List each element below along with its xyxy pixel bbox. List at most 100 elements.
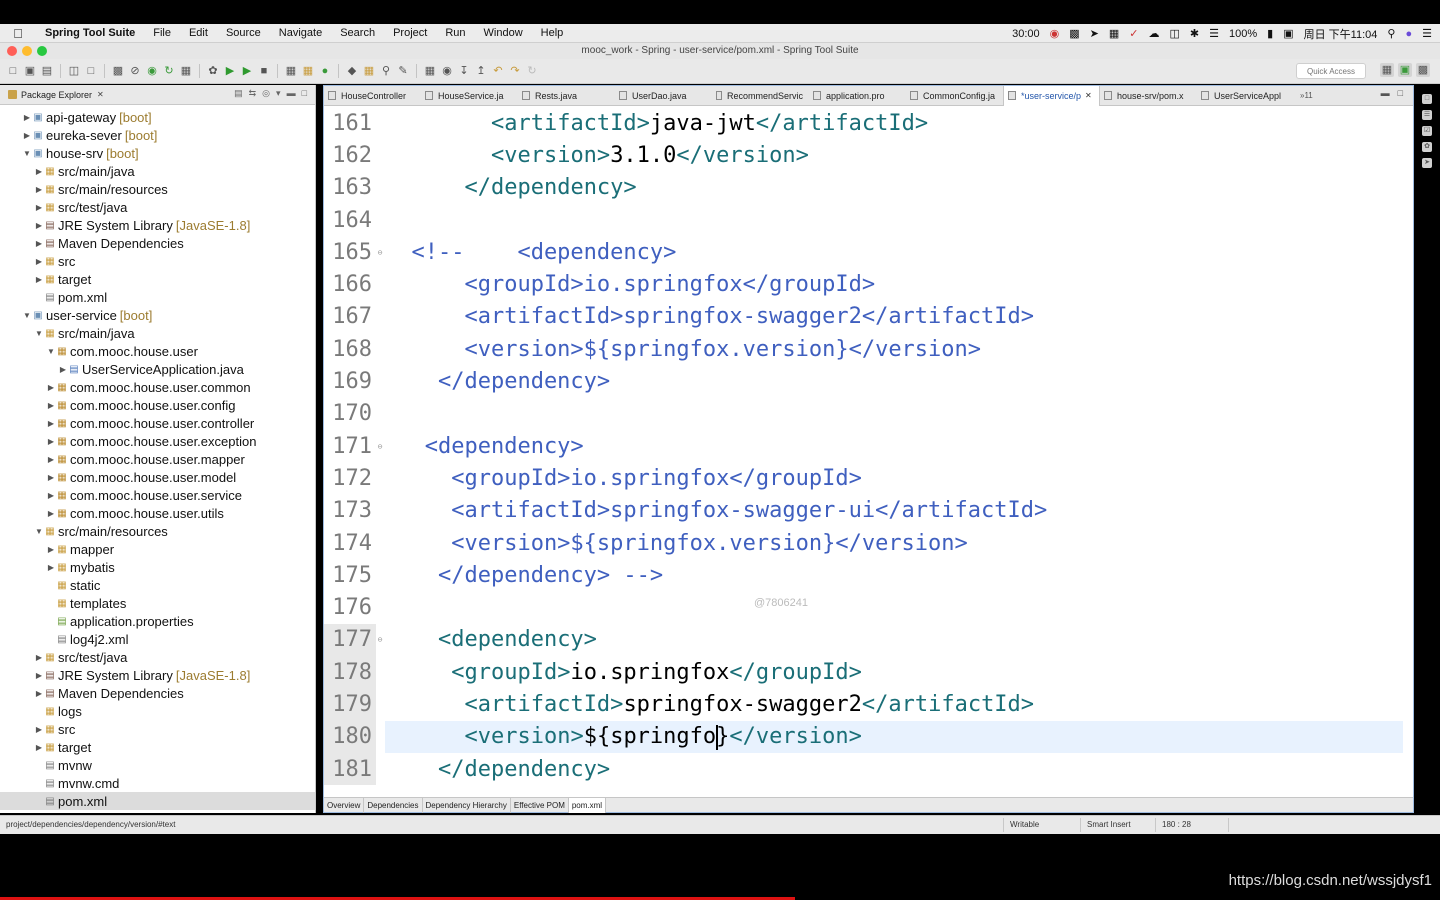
code-line[interactable]: 175 </dependency> --> [324, 559, 1413, 591]
tree-item[interactable]: ▶ ▤ Maven Dependencies [0, 684, 315, 702]
menu-source[interactable]: Source [217, 27, 270, 39]
code-line[interactable]: 162 <version>3.1.0</version> [324, 139, 1413, 171]
tree-item[interactable]: ▦ logs [0, 702, 315, 720]
tree-item[interactable]: ▶ ▦ mybatis [0, 558, 315, 576]
code-line[interactable]: 171 ⊖ <dependency> [324, 430, 1413, 462]
close-window-button[interactable] [7, 46, 17, 56]
tree-item[interactable]: ▶ ▦ src/test/java [0, 648, 315, 666]
close-icon[interactable]: ✕ [1085, 86, 1092, 106]
minimize-window-button[interactable] [22, 46, 32, 56]
collapsed-arrow-icon[interactable]: ▶ [34, 221, 44, 230]
pom-page-tab[interactable]: Dependency Hierarchy [423, 797, 511, 813]
collapsed-arrow-icon[interactable]: ▶ [34, 653, 44, 662]
tree-item[interactable]: ▶ ▤ UserServiceApplication.java [0, 360, 315, 378]
collapsed-arrow-icon[interactable]: ▶ [34, 671, 44, 680]
apple-icon[interactable]:  [0, 26, 36, 41]
run-external-icon[interactable]: ▶ [240, 64, 254, 78]
pom-page-tab[interactable]: Dependencies [364, 797, 423, 813]
tree-item[interactable]: ▶ ▦ com.mooc.house.user.exception [0, 432, 315, 450]
code-line[interactable]: 174 <version>${springfox.version}</versi… [324, 527, 1413, 559]
tree-item[interactable]: ▼ ▣ house-srv [boot] [0, 144, 315, 162]
tree-item[interactable]: ▶ ▦ com.mooc.house.user.utils [0, 504, 315, 522]
spring-explorer-icon[interactable]: ✿ [1422, 142, 1432, 152]
collapsed-arrow-icon[interactable]: ▶ [34, 257, 44, 266]
tree-item[interactable]: ▼ ▦ src/main/java [0, 324, 315, 342]
collapsed-arrow-icon[interactable]: ▶ [46, 509, 56, 518]
collapsed-arrow-icon[interactable]: ▶ [46, 419, 56, 428]
open-task-icon[interactable]: ◆ [345, 64, 359, 78]
tree-item[interactable]: ▶ ▤ Maven Dependencies [0, 234, 315, 252]
spotlight-icon[interactable]: ⚲ [1387, 27, 1395, 40]
code-line[interactable]: 178 <groupId>io.springfox</groupId> [324, 656, 1413, 689]
code-line[interactable]: 165 ⊖ <!-- <dependency> [324, 236, 1413, 268]
wifi-icon[interactable]: ☰ [1209, 27, 1219, 40]
maximize-window-button[interactable] [37, 46, 47, 56]
collapsed-arrow-icon[interactable]: ▶ [46, 473, 56, 482]
qr-icon[interactable]: ▦ [1109, 27, 1119, 40]
pen-icon[interactable]: ✎ [396, 64, 410, 78]
run-icon[interactable]: ▶ [223, 64, 237, 78]
terminal-icon[interactable]: ▩ [111, 64, 125, 78]
code-line[interactable]: 172 <groupId>io.springfox</groupId> [324, 462, 1413, 494]
send-icon[interactable]: ➤ [1090, 27, 1099, 40]
collapsed-arrow-icon[interactable]: ▶ [34, 203, 44, 212]
collapsed-arrow-icon[interactable]: ▶ [58, 365, 68, 374]
cloud-icon[interactable]: ☁ [1149, 27, 1160, 40]
code-line[interactable]: 169 </dependency> [324, 365, 1413, 397]
open-perspective-icon[interactable]: ▦ [1380, 63, 1394, 77]
save-all-icon[interactable]: ▤ [40, 64, 54, 78]
screen-icon[interactable]: ▩ [1069, 27, 1079, 40]
code-line[interactable]: 177 ⊖ <dependency> [324, 623, 1413, 657]
collapsed-arrow-icon[interactable]: ▶ [46, 545, 56, 554]
tree-item[interactable]: ▤ mvnw [0, 756, 315, 774]
tree-item[interactable]: ▶ ▦ src/main/resources [0, 180, 315, 198]
more-tabs-button[interactable]: »11 [1300, 91, 1313, 100]
task-list-icon[interactable]: ☑ [1422, 126, 1432, 136]
menu-file[interactable]: File [144, 27, 180, 39]
back-icon[interactable]: ↶ [491, 64, 505, 78]
tree-item[interactable]: ▶ ▣ api-gateway [boot] [0, 108, 315, 126]
menu-edit[interactable]: Edit [180, 27, 217, 39]
tree-item[interactable]: ▤ log4j2.xml [0, 630, 315, 648]
tree-item[interactable]: ▶ ▤ JRE System Library [JavaSE-1.8] [0, 216, 315, 234]
collapsed-arrow-icon[interactable]: ▶ [46, 401, 56, 410]
link-with-editor-icon[interactable]: ⇆ [249, 88, 257, 99]
editor-tab[interactable]: HouseController [324, 86, 421, 106]
clock[interactable]: 周日 下午11:04 [1304, 26, 1378, 42]
pin-icon[interactable]: ➤ [1422, 158, 1432, 168]
maximize-view-icon[interactable]: □ [302, 88, 307, 99]
next-annotation-icon[interactable]: ↧ [457, 64, 471, 78]
tree-item[interactable]: ▶ ▦ com.mooc.house.user.mapper [0, 450, 315, 468]
outline-icon[interactable]: ☰ [1422, 110, 1432, 120]
tree-item[interactable]: ▶ ▦ target [0, 270, 315, 288]
minimize-view-icon[interactable]: ▬ [1381, 88, 1390, 98]
toggle-mark-icon[interactable]: ▦ [179, 64, 193, 78]
expanded-arrow-icon[interactable]: ▼ [22, 149, 32, 158]
search-icon[interactable]: ⚲ [379, 64, 393, 78]
collapsed-arrow-icon[interactable]: ▶ [46, 455, 56, 464]
notification-center-icon[interactable]: ☰ [1422, 27, 1432, 40]
collapsed-arrow-icon[interactable]: ▶ [34, 167, 44, 176]
menu-window[interactable]: Window [475, 27, 532, 39]
fold-toggle-icon[interactable]: ⊖ [376, 442, 384, 451]
battery-icon[interactable]: ▮ [1267, 27, 1273, 40]
tree-item[interactable]: ▶ ▦ com.mooc.house.user.controller [0, 414, 315, 432]
open-folder-icon[interactable]: ▦ [362, 64, 376, 78]
editor-tab[interactable]: HouseService.ja [421, 86, 518, 106]
app-menu[interactable]: Spring Tool Suite [36, 27, 144, 39]
collapsed-arrow-icon[interactable]: ▶ [34, 689, 44, 698]
open-type-icon[interactable]: □ [84, 64, 98, 78]
tree-item[interactable]: ▤ pom.xml [0, 792, 315, 810]
globe-icon[interactable]: ◉ [440, 64, 454, 78]
collapsed-arrow-icon[interactable]: ▶ [46, 563, 56, 572]
maximize-view-icon[interactable]: □ [1398, 88, 1403, 98]
tree-item[interactable]: ▤ application.properties [0, 612, 315, 630]
collapsed-arrow-icon[interactable]: ▶ [46, 383, 56, 392]
close-icon[interactable]: ✕ [97, 90, 104, 99]
skip-breakpoints-icon[interactable]: ⊘ [128, 64, 142, 78]
expanded-arrow-icon[interactable]: ▼ [46, 347, 56, 356]
save-icon[interactable]: ▣ [23, 64, 37, 78]
menu-run[interactable]: Run [436, 27, 474, 39]
print-icon[interactable]: ◫ [67, 64, 81, 78]
tree-item[interactable]: ▶ ▦ src [0, 720, 315, 738]
